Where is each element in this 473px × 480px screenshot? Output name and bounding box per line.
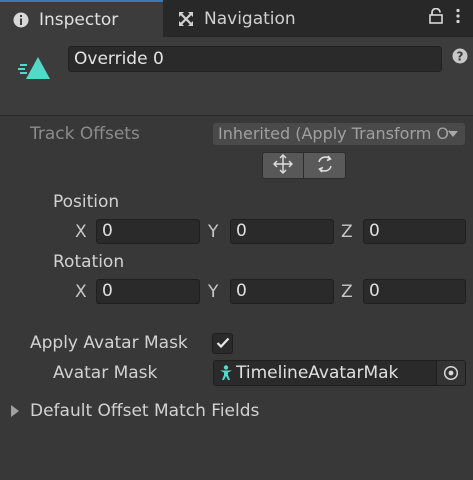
rotation-z-field[interactable]: 0: [363, 279, 466, 304]
navigation-icon: [178, 11, 194, 27]
info-icon: [13, 12, 29, 28]
rotation-x-field[interactable]: 0: [96, 279, 200, 304]
rotate-offset-button[interactable]: [304, 152, 346, 179]
tab-navigation[interactable]: Navigation: [165, 0, 315, 37]
rotation-z-label: Z: [341, 282, 353, 302]
avatar-mask-icon: [218, 365, 234, 381]
rotation-y-field[interactable]: 0: [230, 279, 334, 304]
rotation-x-label: X: [75, 282, 87, 302]
checkmark-icon: [216, 334, 230, 353]
override-track-icon: [17, 55, 53, 83]
track-offsets-label: Track Offsets: [30, 124, 140, 144]
tab-bar: Inspector Navigation: [0, 0, 473, 38]
position-y-label: Y: [208, 222, 219, 242]
svg-text:?: ?: [457, 50, 464, 64]
chevron-down-icon: [448, 131, 458, 137]
avatar-mask-label: Avatar Mask: [53, 363, 158, 383]
inspector-window: Inspector Navigation Override 0 ? Track …: [0, 0, 473, 480]
tab-bar-actions: [429, 7, 461, 29]
move-offset-button[interactable]: [262, 152, 304, 179]
avatar-mask-field[interactable]: TimelineAvatarMak: [213, 360, 466, 386]
rotation-y-label: Y: [208, 282, 219, 302]
help-icon[interactable]: ?: [452, 48, 468, 64]
tab-inspector-label: Inspector: [39, 9, 119, 30]
track-name-field[interactable]: Override 0: [68, 46, 442, 72]
position-z-label: Z: [341, 222, 353, 242]
default-offset-foldout[interactable]: Default Offset Match Fields: [11, 401, 259, 421]
track-offsets-value: Inherited (Apply Transform Offsets): [218, 124, 450, 143]
chevron-right-icon: [11, 405, 19, 417]
position-x-label: X: [75, 222, 87, 242]
apply-avatar-mask-label: Apply Avatar Mask: [30, 333, 188, 353]
position-x-field[interactable]: 0: [96, 219, 200, 244]
avatar-mask-value: TimelineAvatarMak: [236, 363, 399, 383]
move-offset-icon: [273, 153, 293, 178]
tab-inspector[interactable]: Inspector: [0, 0, 163, 37]
rotation-label: Rotation: [53, 252, 125, 272]
lock-icon[interactable]: [429, 7, 443, 28]
position-y-field[interactable]: 0: [230, 219, 334, 244]
tab-navigation-label: Navigation: [204, 8, 296, 29]
apply-avatar-mask-checkbox[interactable]: [212, 333, 233, 354]
offset-tool-buttons: [262, 152, 348, 179]
rotate-offset-icon: [315, 154, 335, 178]
kebab-menu-icon[interactable]: [455, 8, 461, 28]
object-picker-icon[interactable]: [436, 361, 465, 385]
position-z-field[interactable]: 0: [363, 219, 466, 244]
default-offset-label: Default Offset Match Fields: [30, 401, 260, 421]
track-offsets-dropdown[interactable]: Inherited (Apply Transform Offsets): [213, 123, 465, 145]
position-label: Position: [53, 192, 120, 212]
inspector-header: Override 0 ?: [0, 37, 473, 116]
